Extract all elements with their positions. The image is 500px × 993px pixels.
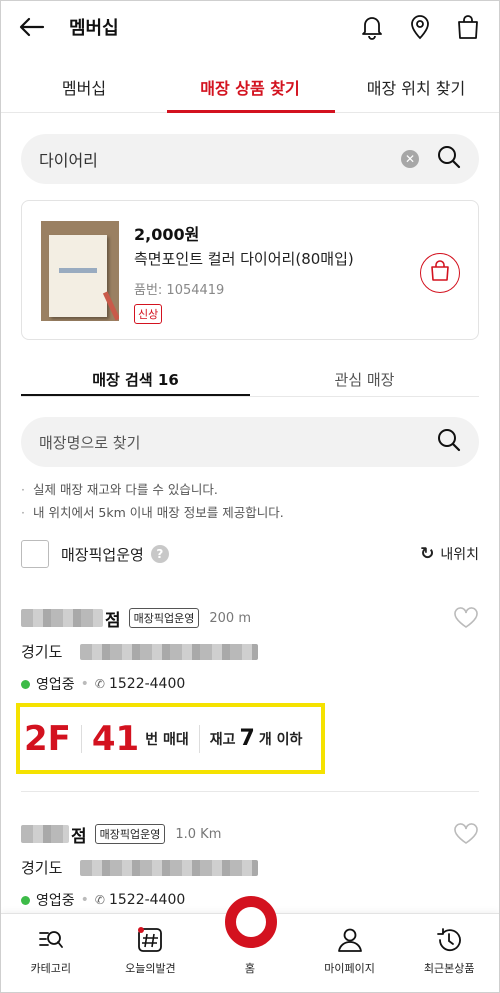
store-name-suffix: 점 <box>105 610 121 631</box>
my-location-button[interactable]: ↻ 내위치 <box>420 544 479 564</box>
top-header: 멤버십 <box>1 1 499 53</box>
help-icon[interactable]: ? <box>150 545 169 563</box>
pickup-checkbox[interactable] <box>21 540 49 568</box>
shopping-bag-icon <box>430 260 450 286</box>
nav-label: 최근본상품 <box>423 962 475 975</box>
store-search-bar[interactable]: 매장명으로 찾기 <box>21 417 479 467</box>
address-blurred <box>80 859 259 876</box>
open-status-dot <box>21 679 30 689</box>
product-code: 품번: 1054419 <box>134 283 225 298</box>
add-to-cart-button[interactable] <box>420 253 460 293</box>
search-icon[interactable] <box>437 428 461 456</box>
product-price: 2,000원 <box>134 225 200 244</box>
store-search-input[interactable]: 매장명으로 찾기 <box>39 432 437 453</box>
new-badge: 신상 <box>134 304 163 324</box>
tab-store-search[interactable]: 매장 검색 16 <box>21 361 250 396</box>
store-name-blurred <box>21 825 69 843</box>
main-tabs: 멤버십 매장 상품 찾기 매장 위치 찾기 <box>1 61 499 113</box>
active-tab-indicator <box>167 110 335 113</box>
pickup-tag: 매장픽업운영 <box>94 824 166 844</box>
refresh-icon: ↻ <box>420 544 435 564</box>
store-tabs: 매장 검색 16 관심 매장 <box>21 361 479 397</box>
notice-item: 내 위치에서 5km 이내 매장 정보를 제공합니다. <box>21 501 284 524</box>
store-phone[interactable]: 1522-4400 <box>109 676 185 692</box>
tab-favorite-stores[interactable]: 관심 매장 <box>250 361 479 396</box>
pickup-tag: 매장픽업운영 <box>128 608 200 628</box>
nav-label: 마이페이지 <box>324 962 375 975</box>
hashtag-icon <box>136 926 164 954</box>
product-card[interactable]: 2,000원 측면포인트 컬러 다이어리(80매입) 품번: 1054419 신… <box>21 200 479 340</box>
stock-location-box: 2F 41 번 매대 재고 7 개 이하 <box>16 703 325 774</box>
store-name-blurred <box>21 609 103 627</box>
nav-today-discovery[interactable]: 오늘의발견 <box>101 914 201 992</box>
notice-list: 실제 매장 재고와 다를 수 있습니다. 내 위치에서 5km 이내 매장 정보… <box>21 478 284 524</box>
shelf-number: 41 <box>91 718 140 759</box>
nav-label: 카테고리 <box>30 962 72 975</box>
open-status-dot <box>21 895 30 905</box>
nav-category[interactable]: 카테고리 <box>1 914 101 992</box>
floor-number: 2F <box>24 718 71 759</box>
store-address: 경기도 <box>21 643 63 661</box>
home-icon[interactable] <box>225 896 277 948</box>
category-search-icon <box>37 926 65 954</box>
notice-item: 실제 매장 재고와 다를 수 있습니다. <box>21 478 284 501</box>
store-distance: 1.0 Km <box>175 826 222 842</box>
address-blurred <box>80 643 259 660</box>
stock-suffix: 개 이하 <box>258 731 303 748</box>
nav-recent-products[interactable]: 최근본상품 <box>399 914 499 992</box>
store-phone[interactable]: 1522-4400 <box>109 892 185 908</box>
shelf-unit: 번 매대 <box>145 731 189 748</box>
nav-label: 홈 <box>244 962 256 975</box>
product-image <box>41 221 119 321</box>
phone-icon: ✆ <box>94 893 105 907</box>
history-icon <box>435 926 463 954</box>
store-status: 영업중 <box>36 893 75 909</box>
stock-count: 7 <box>239 726 255 751</box>
store-status: 영업중 <box>36 677 75 693</box>
product-search-bar[interactable]: 다이어리 ✕ <box>21 134 479 184</box>
tab-membership[interactable]: 멤버십 <box>1 61 167 112</box>
pickup-filter-row: 매장픽업운영 ? ↻ 내위치 <box>21 539 479 569</box>
page-title: 멤버십 <box>69 18 119 39</box>
person-icon <box>336 926 364 954</box>
store-address: 경기도 <box>21 859 63 877</box>
search-input[interactable]: 다이어리 <box>39 147 401 171</box>
bell-icon[interactable] <box>359 14 385 40</box>
stock-label: 재고 <box>209 731 236 748</box>
clear-icon[interactable]: ✕ <box>401 150 419 168</box>
store-distance: 200 m <box>209 610 251 626</box>
divider <box>21 791 479 792</box>
nav-mypage[interactable]: 마이페이지 <box>300 914 400 992</box>
nav-label: 오늘의발견 <box>125 962 176 975</box>
search-icon[interactable] <box>437 145 461 173</box>
phone-icon: ✆ <box>94 677 105 691</box>
tab-store-product-search[interactable]: 매장 상품 찾기 <box>167 61 333 112</box>
location-pin-icon[interactable] <box>407 14 433 40</box>
product-name: 측면포인트 컬러 다이어리(80매입) <box>134 250 354 268</box>
back-arrow-icon[interactable] <box>19 12 49 42</box>
app-frame: 멤버십 멤버십 매장 상품 찾기 매장 위치 찾기 다이어리 ✕ 2,000원 … <box>0 0 500 993</box>
pickup-label: 매장픽업운영 <box>61 545 144 564</box>
my-location-label: 내위치 <box>440 547 479 563</box>
heart-icon[interactable] <box>453 607 479 629</box>
tab-store-location-search[interactable]: 매장 위치 찾기 <box>333 61 499 112</box>
heart-icon[interactable] <box>453 823 479 845</box>
store-name-suffix: 점 <box>71 826 87 847</box>
shopping-bag-icon[interactable] <box>455 14 481 40</box>
